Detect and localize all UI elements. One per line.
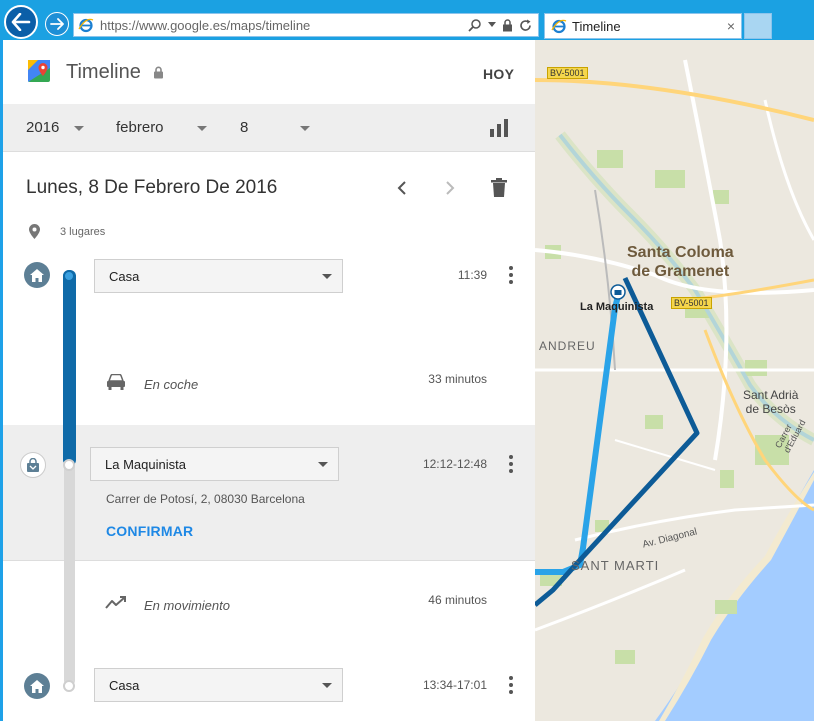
trash-icon[interactable] xyxy=(491,178,507,197)
bar-chart-icon[interactable] xyxy=(490,119,508,137)
map-label-santa-coloma: Santa Coloma de Gramenet xyxy=(627,244,734,280)
chevron-down-icon xyxy=(322,683,332,688)
map-label-la-maquinista: La Maquinista xyxy=(580,301,654,313)
place-type-badge xyxy=(24,673,50,699)
year-dropdown-icon[interactable] xyxy=(74,126,84,131)
visit-time: 11:39 xyxy=(457,268,487,282)
place-select-casa[interactable]: Casa xyxy=(94,259,343,293)
month-dropdown-icon[interactable] xyxy=(197,126,207,131)
timeline-panel: Timeline HOY 2016 febrero 8 Lunes, 8 De … xyxy=(3,40,535,721)
map-canvas xyxy=(535,59,814,721)
timeline-node xyxy=(63,459,75,471)
more-options-icon[interactable] xyxy=(509,676,513,694)
activity-duration: 46 minutos xyxy=(428,593,487,607)
chevron-down-icon xyxy=(318,462,328,467)
today-button[interactable]: HOY xyxy=(483,66,514,82)
activity-label: En coche xyxy=(144,377,199,392)
home-icon xyxy=(30,268,44,282)
map-label-andreu: ANDREU xyxy=(539,339,596,353)
timeline-node xyxy=(63,680,75,692)
google-maps-logo-icon xyxy=(28,60,50,82)
place-type-badge xyxy=(24,262,50,288)
month-select[interactable]: febrero xyxy=(116,119,164,136)
visit-time: 13:34-17:01 xyxy=(422,678,487,692)
place-address: Carrer de Potosí, 2, 08030 Barcelona xyxy=(106,492,305,506)
more-options-icon[interactable] xyxy=(509,455,513,473)
new-tab-button[interactable] xyxy=(744,13,772,39)
map-label-sant-marti: SANT MARTI xyxy=(571,558,660,573)
lock-icon[interactable] xyxy=(502,18,513,32)
more-options-icon[interactable] xyxy=(509,266,513,284)
day-dropdown-icon[interactable] xyxy=(300,126,310,131)
tab-title: Timeline xyxy=(572,18,621,34)
private-lock-icon xyxy=(154,66,163,79)
search-icon[interactable] xyxy=(468,18,482,32)
ie-icon xyxy=(78,18,94,33)
browser-tab[interactable]: Timeline × xyxy=(544,13,742,39)
moving-icon xyxy=(105,596,126,609)
activity-duration: 33 minutos xyxy=(428,372,487,386)
road-label-bv5001-a: BV-5001 xyxy=(547,67,588,79)
home-icon xyxy=(30,679,44,693)
arrow-left-icon xyxy=(11,13,31,31)
chevron-left-icon[interactable] xyxy=(397,180,407,196)
refresh-icon[interactable] xyxy=(519,19,532,32)
page-title: Timeline xyxy=(66,61,141,83)
place-select-la-maquinista[interactable]: La Maquinista xyxy=(90,447,339,481)
activity-label: En movimiento xyxy=(144,598,230,613)
back-button[interactable] xyxy=(4,5,38,39)
day-title: Lunes, 8 De Febrero De 2016 xyxy=(26,177,278,198)
car-icon xyxy=(107,374,125,390)
url-text: https://www.google.es/maps/timeline xyxy=(100,17,311,33)
road-label-bv5001-b: BV-5001 xyxy=(671,297,712,309)
browser-chrome: https://www.google.es/maps/timeline Time… xyxy=(0,0,814,40)
places-count: 3 lugares xyxy=(60,226,106,238)
chevron-down-icon xyxy=(322,274,332,279)
tab-close-button[interactable]: × xyxy=(727,18,735,34)
address-bar[interactable]: https://www.google.es/maps/timeline xyxy=(73,13,539,37)
confirm-button[interactable]: CONFIRMAR xyxy=(106,523,193,539)
arrow-right-icon xyxy=(50,18,64,30)
forward-button[interactable] xyxy=(45,12,69,36)
map-view[interactable]: Santa Coloma de Gramenet La Maquinista B… xyxy=(535,40,814,721)
place-select-casa-2[interactable]: Casa xyxy=(94,668,343,702)
place-type-badge xyxy=(20,452,46,478)
chevron-right-icon[interactable] xyxy=(445,180,455,196)
panel-header: Timeline HOY xyxy=(3,40,535,104)
ie-icon xyxy=(551,19,567,34)
timeline-node xyxy=(63,270,75,282)
location-pin-icon xyxy=(29,224,40,239)
timeline-track-inactive xyxy=(64,460,75,686)
visit-time: 12:12-12:48 xyxy=(422,457,487,471)
day-select[interactable]: 8 xyxy=(240,119,248,136)
timeline-track-active xyxy=(63,270,76,466)
dropdown-icon[interactable] xyxy=(488,22,496,28)
year-select[interactable]: 2016 xyxy=(26,119,59,136)
shopping-bag-icon xyxy=(27,458,39,472)
